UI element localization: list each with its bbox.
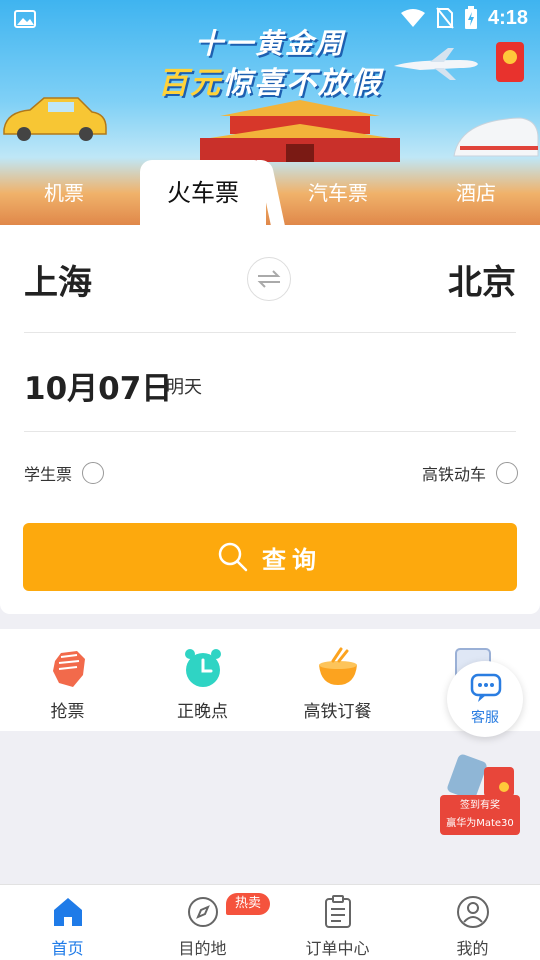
tab-bus[interactable]: 汽车票 bbox=[278, 160, 398, 226]
plane-illustration bbox=[394, 48, 478, 80]
quick-grab-ticket-label: 抢票 bbox=[50, 702, 85, 722]
customer-service-label: 客服 bbox=[471, 710, 499, 726]
banner-title: 十一黄金周 bbox=[194, 27, 345, 60]
bottom-nav: 首页 目的地 订单中心 我的 bbox=[0, 884, 540, 960]
user-icon bbox=[457, 896, 489, 928]
gallery-icon bbox=[14, 10, 36, 28]
sign-in-reward-line1: 签到有奖 bbox=[460, 800, 500, 811]
banner-highlight: 百元 bbox=[158, 66, 222, 101]
wifi-icon bbox=[400, 9, 425, 27]
quick-on-time-label: 正晚点 bbox=[177, 702, 228, 722]
gaotie-option[interactable]: 高铁动车 bbox=[422, 461, 518, 485]
compass-icon bbox=[188, 897, 218, 927]
banner-subtitle-rest: 惊喜不放假 bbox=[222, 66, 382, 101]
nav-home-label: 首页 bbox=[51, 939, 84, 958]
nav-mine[interactable]: 我的 bbox=[405, 885, 540, 960]
high-speed-train-illustration bbox=[453, 117, 539, 157]
nav-orders[interactable]: 订单中心 bbox=[270, 885, 405, 960]
from-city[interactable]: 上海 bbox=[24, 255, 92, 304]
taxi-illustration bbox=[3, 97, 107, 141]
gaotie-radio[interactable] bbox=[496, 462, 518, 484]
nav-mine-label: 我的 bbox=[456, 939, 489, 958]
student-ticket-option[interactable]: 学生票 bbox=[24, 461, 105, 485]
nav-destination-label: 目的地 bbox=[178, 939, 227, 958]
student-ticket-label: 学生票 bbox=[24, 465, 73, 484]
nav-home[interactable]: 首页 bbox=[0, 885, 135, 960]
banner-subtitle: 百元惊喜不放假 bbox=[110, 58, 430, 102]
quick-meal-order-label: 高铁订餐 bbox=[303, 702, 372, 722]
fist-icon bbox=[53, 651, 85, 687]
tab-train[interactable]: 火车票 bbox=[140, 160, 266, 226]
status-time: 4:18 bbox=[487, 6, 528, 29]
swap-arrows-icon bbox=[257, 270, 281, 288]
order-list-icon bbox=[325, 895, 351, 928]
quick-meal-order[interactable]: 高铁订餐 bbox=[270, 629, 405, 731]
divider bbox=[24, 431, 516, 432]
tab-hotel[interactable]: 酒店 bbox=[416, 160, 536, 226]
sign-in-reward-badge[interactable]: 签到有奖 赢华为Mate30 bbox=[440, 795, 520, 835]
home-icon bbox=[54, 898, 82, 926]
hot-sale-badge: 热卖 bbox=[226, 893, 270, 915]
student-ticket-radio[interactable] bbox=[82, 462, 105, 484]
swap-cities-button[interactable] bbox=[247, 257, 291, 301]
nav-orders-label: 订单中心 bbox=[305, 939, 370, 958]
search-button[interactable]: 查询 bbox=[23, 523, 517, 591]
search-button-label: 查询 bbox=[262, 545, 322, 574]
tab-flight[interactable]: 机票 bbox=[4, 160, 124, 226]
alarm-clock-icon bbox=[185, 649, 221, 687]
transport-tabs: 机票 火车票 汽车票 酒店 bbox=[0, 160, 540, 226]
bowl-icon bbox=[319, 647, 357, 685]
departure-date-relative: 明天 bbox=[166, 377, 202, 398]
customer-service-button[interactable]: 客服 bbox=[447, 661, 523, 737]
quick-grab-ticket[interactable]: 抢票 bbox=[0, 629, 135, 731]
red-packet-icon bbox=[496, 42, 524, 82]
sign-in-reward-line2: 赢华为Mate30 bbox=[446, 818, 514, 829]
gaotie-label: 高铁动车 bbox=[421, 465, 486, 484]
divider bbox=[24, 332, 516, 333]
departure-date[interactable]: 10月07日 bbox=[24, 363, 172, 408]
no-sim-icon bbox=[436, 7, 454, 29]
train-search-card: 上海 北京 10月07日 明天 学生票 高铁动车 查询 bbox=[0, 225, 540, 614]
battery-icon bbox=[464, 6, 477, 29]
to-city[interactable]: 北京 bbox=[448, 255, 516, 304]
tiananmen-illustration bbox=[200, 100, 400, 162]
search-icon bbox=[218, 542, 248, 572]
quick-on-time[interactable]: 正晚点 bbox=[135, 629, 270, 731]
chat-bubble-icon bbox=[470, 673, 502, 702]
